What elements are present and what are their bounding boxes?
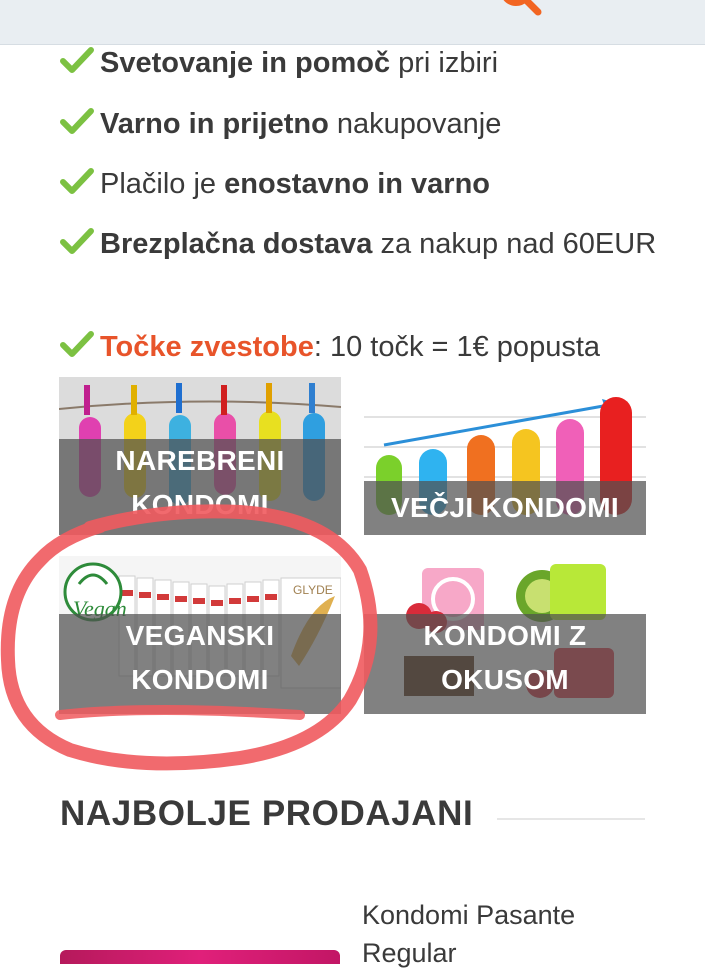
feature-bold: enostavno in varno [224,168,491,200]
product-name-link[interactable]: Kondomi Pasante Regular [362,896,662,972]
category-label-line: OKUSOM [441,664,569,695]
feature-text: za nakup nad 60EUR [372,228,657,260]
section-title: NAJBOLJE PRODAJANI [60,794,474,833]
check-icon [60,47,94,73]
category-tile-larger[interactable]: VEČJI KONDOMI [364,377,646,535]
feature-item: Svetovanje in pomoč pri izbiri [60,42,660,85]
check-icon [60,228,94,254]
category-label-line: NAREBRENI [115,445,285,476]
product-image[interactable] [60,950,340,964]
feature-text: Plačilo je [100,168,225,200]
feature-item: Plačilo je enostavno in varno [60,163,660,206]
category-label: VEČJI KONDOMI [364,481,646,535]
check-icon [60,168,94,194]
category-label: VEGANSKI KONDOMI [59,614,341,714]
top-bar [0,0,705,45]
feature-bold: Brezplačna dostava [100,228,373,260]
check-icon [60,108,94,134]
category-label-line: VEGANSKI [125,620,275,651]
category-label: KONDOMI Z OKUSOM [364,614,646,714]
category-label-line: KONDOMI [131,489,269,520]
category-tile-ribbed[interactable]: NAREBRENI KONDOMI [59,377,341,535]
category-tile-flavored[interactable]: KONDOMI Z OKUSOM [364,556,646,714]
feature-bold: Svetovanje in pomoč [100,47,391,79]
feature-item: Varno in prijetno nakupovanje [60,103,660,146]
feature-text: nakupovanje [328,108,502,140]
check-icon [60,331,94,357]
category-tile-vegan[interactable]: Vegan GLYDE VEGANSKI KONDOMI [59,556,341,714]
category-label-line: KONDOMI Z [423,620,587,651]
category-label-line: KONDOMI [131,664,269,695]
section-divider [497,818,645,820]
loyalty-points-link[interactable]: Točke zvestobe [100,331,314,363]
feature-item: Brezplačna dostava za nakup nad 60EUR [60,223,660,266]
search-icon[interactable] [494,0,542,20]
feature-text: pri izbiri [390,47,499,79]
feature-item: Točke zvestobe: 10 točk = 1€ popusta [60,326,660,369]
brand-logo-text: GLYDE [293,583,333,597]
feature-bold: Varno in prijetno [100,108,329,140]
category-label-line: VEČJI KONDOMI [391,492,619,523]
category-label: NAREBRENI KONDOMI [59,439,341,535]
feature-text: : 10 točk = 1€ popusta [313,331,601,363]
